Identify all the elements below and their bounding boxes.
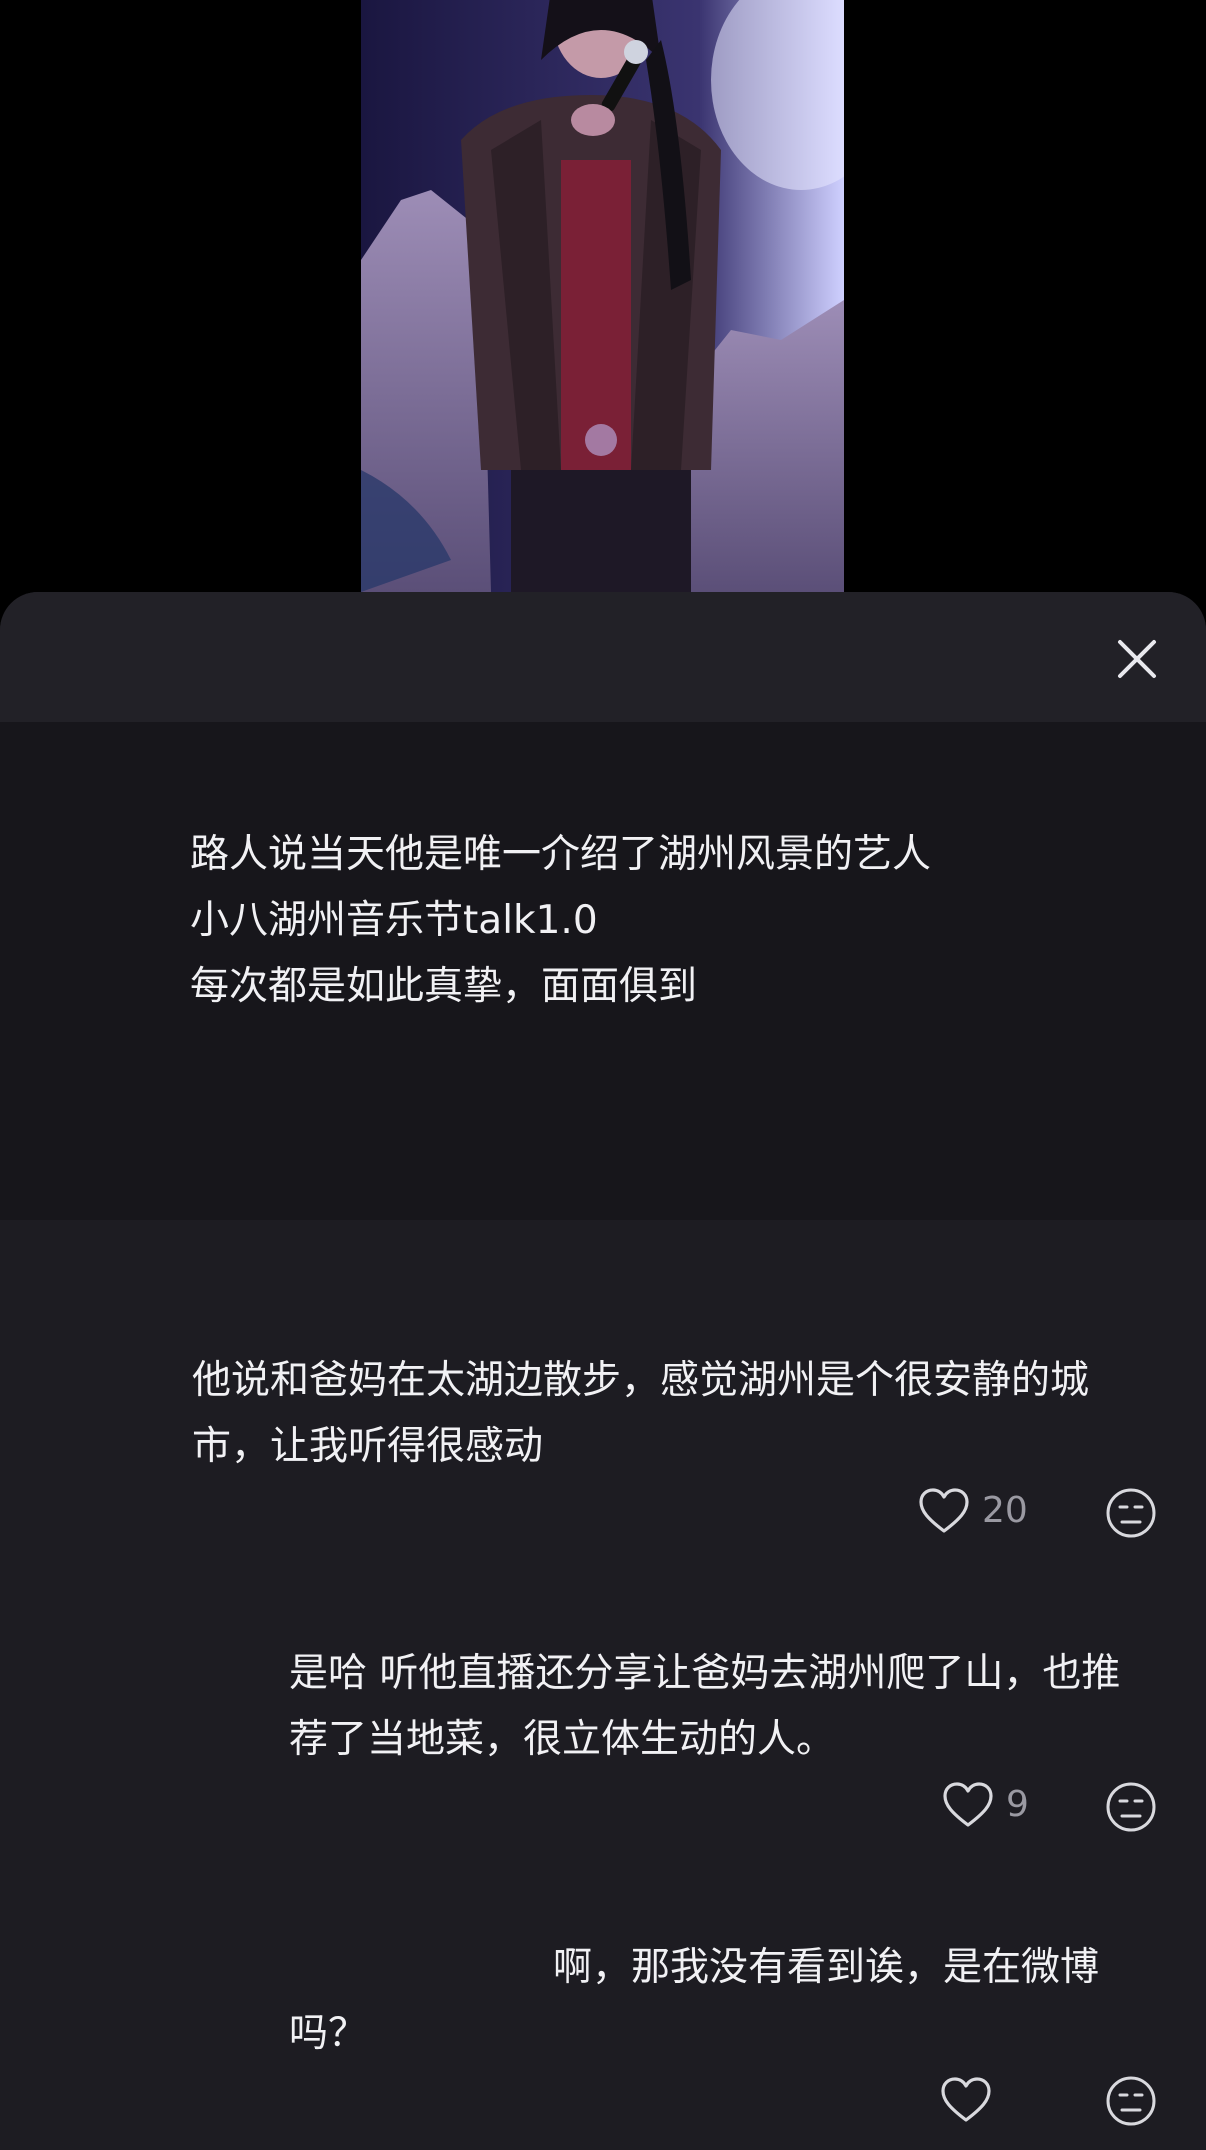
video-still	[361, 0, 844, 592]
reply-text: 是哈 听他直播还分享让爸妈去湖州爬了山，也推荐了当地菜，很立体生动的人。	[289, 1651, 1121, 1762]
video-player[interactable]	[0, 0, 1206, 600]
like-count: 9	[1006, 1784, 1029, 1825]
unamused-face-icon[interactable]	[1105, 1487, 1157, 1539]
like-button[interactable]: 9	[942, 1781, 1029, 1829]
heart-icon	[941, 2077, 991, 2122]
reply-text: 吗？	[289, 2011, 368, 2056]
post-line: 每次都是如此真挚，面面俱到	[190, 964, 698, 1009]
like-button[interactable]	[940, 2076, 992, 2124]
post-text: 路人说当天他是唯一介绍了湖州风景的艺人 小八湖州音乐节talk1.0 每次都是如…	[190, 822, 1090, 1020]
like-button[interactable]: 20	[918, 1487, 1028, 1535]
unamused-face-icon[interactable]	[1105, 2075, 1157, 2127]
post-line: 路人说当天他是唯一介绍了湖州风景的艺人	[190, 832, 932, 877]
video-frame[interactable]	[361, 0, 844, 592]
reply-text: 啊，那我没有看到诶，是在微博	[553, 1945, 1100, 1990]
post-content: 路人说当天他是唯一介绍了湖州风景的艺人 小八湖州音乐节talk1.0 每次都是如…	[0, 722, 1206, 1220]
heart-icon	[919, 1488, 969, 1533]
unamused-face-icon[interactable]	[1105, 1781, 1157, 1833]
post-line: 小八湖州音乐节talk1.0	[190, 898, 598, 943]
close-icon[interactable]	[1112, 634, 1162, 684]
app-screen: 路人说当天他是唯一介绍了湖州风景的艺人 小八湖州音乐节talk1.0 每次都是如…	[0, 0, 1206, 2150]
heart-icon	[943, 1782, 993, 1827]
sheet-header	[0, 592, 1206, 722]
comment-text: 他说和爸妈在太湖边散步，感觉湖州是个很安静的城市，让我听得很感动	[192, 1358, 1090, 1469]
like-count: 20	[982, 1490, 1028, 1531]
